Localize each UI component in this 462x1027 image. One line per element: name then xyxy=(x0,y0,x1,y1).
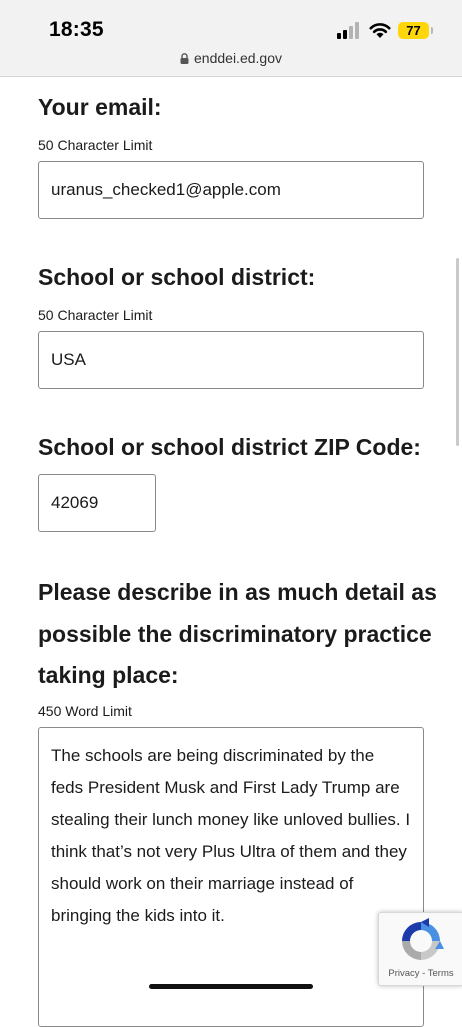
wifi-icon xyxy=(369,23,391,38)
zip-label: School or school district ZIP Code: xyxy=(38,434,421,460)
school-limit-hint: 50 Character Limit xyxy=(38,307,153,323)
school-label: School or school district: xyxy=(38,264,316,290)
school-field[interactable]: USA xyxy=(38,331,424,389)
status-time: 18:35 xyxy=(49,18,104,41)
lock-icon xyxy=(180,53,189,64)
school-field-value: USA xyxy=(51,350,86,369)
recaptcha-badge[interactable]: Privacy - Terms xyxy=(378,912,462,986)
home-indicator xyxy=(149,984,313,989)
battery-tip xyxy=(431,27,433,34)
zip-field-value: 42069 xyxy=(51,493,99,512)
description-label: Please describe in as much detail as pos… xyxy=(38,579,437,688)
address-bar[interactable]: enddei.ed.gov xyxy=(0,50,462,66)
email-limit-hint: 50 Character Limit xyxy=(38,137,153,153)
scroll-indicator xyxy=(456,258,459,446)
recaptcha-icon xyxy=(402,918,444,960)
email-field-value: uranus_checked1@apple.com xyxy=(51,180,281,199)
browser-top-bar: 18:35 77 enddei.ed.gov xyxy=(0,0,462,77)
cellular-signal-icon xyxy=(337,22,359,39)
description-textarea[interactable]: The schools are being discriminated by t… xyxy=(38,727,424,1027)
email-field[interactable]: uranus_checked1@apple.com xyxy=(38,161,424,219)
url-text: enddei.ed.gov xyxy=(194,50,282,66)
battery-indicator: 77 xyxy=(398,22,429,39)
recaptcha-privacy-terms[interactable]: Privacy - Terms xyxy=(379,968,462,979)
description-limit-hint: 450 Word Limit xyxy=(38,703,132,719)
description-text: The schools are being discriminated by t… xyxy=(51,746,411,925)
email-label: Your email: xyxy=(38,94,162,120)
zip-field[interactable]: 42069 xyxy=(38,474,156,532)
